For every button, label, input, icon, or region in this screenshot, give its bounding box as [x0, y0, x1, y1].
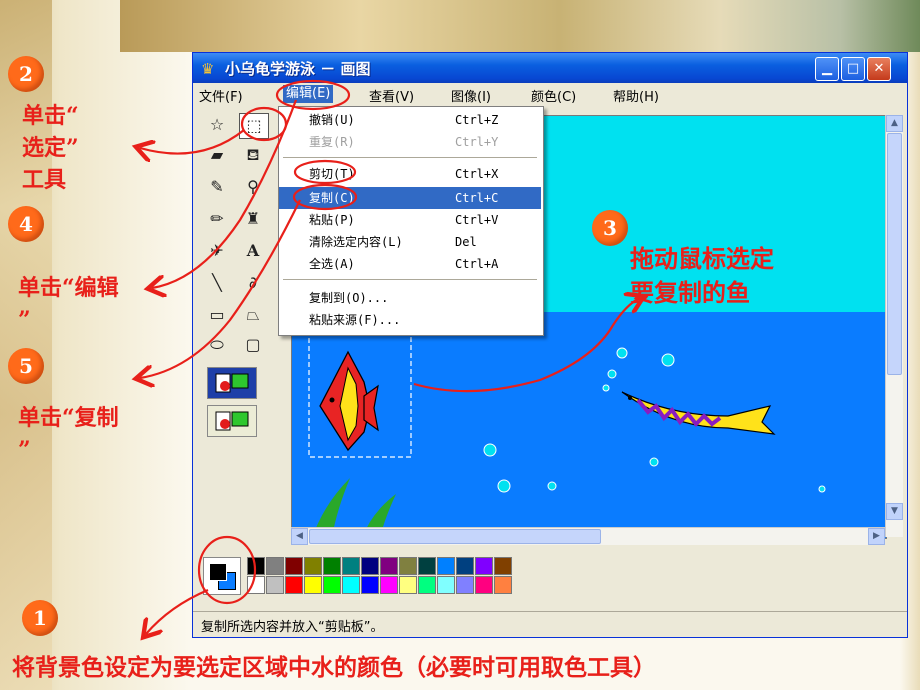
arrow-step3 — [413, 298, 640, 393]
highlight-circle-edit-menu — [275, 79, 351, 111]
arrow-step5 — [140, 199, 301, 378]
step-badge-2: 2 — [8, 56, 44, 92]
annotation-overlay — [0, 79, 920, 690]
step-badge-5: 5 — [8, 348, 44, 384]
step-badge-1: 1 — [22, 600, 58, 636]
arrow-step2 — [140, 129, 245, 154]
highlight-circle-cut — [293, 159, 357, 185]
highlight-circle-copy — [292, 183, 358, 211]
annotation-step2: 单击“ 选定” 工具 — [22, 103, 79, 193]
annotation-step1: 将背景色设定为要选定区域中水的颜色（必要时可用取色工具） — [12, 654, 656, 681]
highlight-circle-select-tool — [240, 106, 288, 142]
arrow-step1 — [146, 588, 209, 634]
step-badge-4: 4 — [8, 206, 44, 242]
step-badge-3: 3 — [592, 210, 628, 246]
annotation-step3: 拖动鼠标选定 要复制的鱼 — [630, 244, 774, 307]
annotation-step5: 单击“复制” — [18, 405, 119, 463]
highlight-circle-current-colors — [197, 535, 257, 605]
annotation-step4: 单击“编辑” — [18, 275, 119, 333]
arrow-step4 — [152, 99, 298, 288]
